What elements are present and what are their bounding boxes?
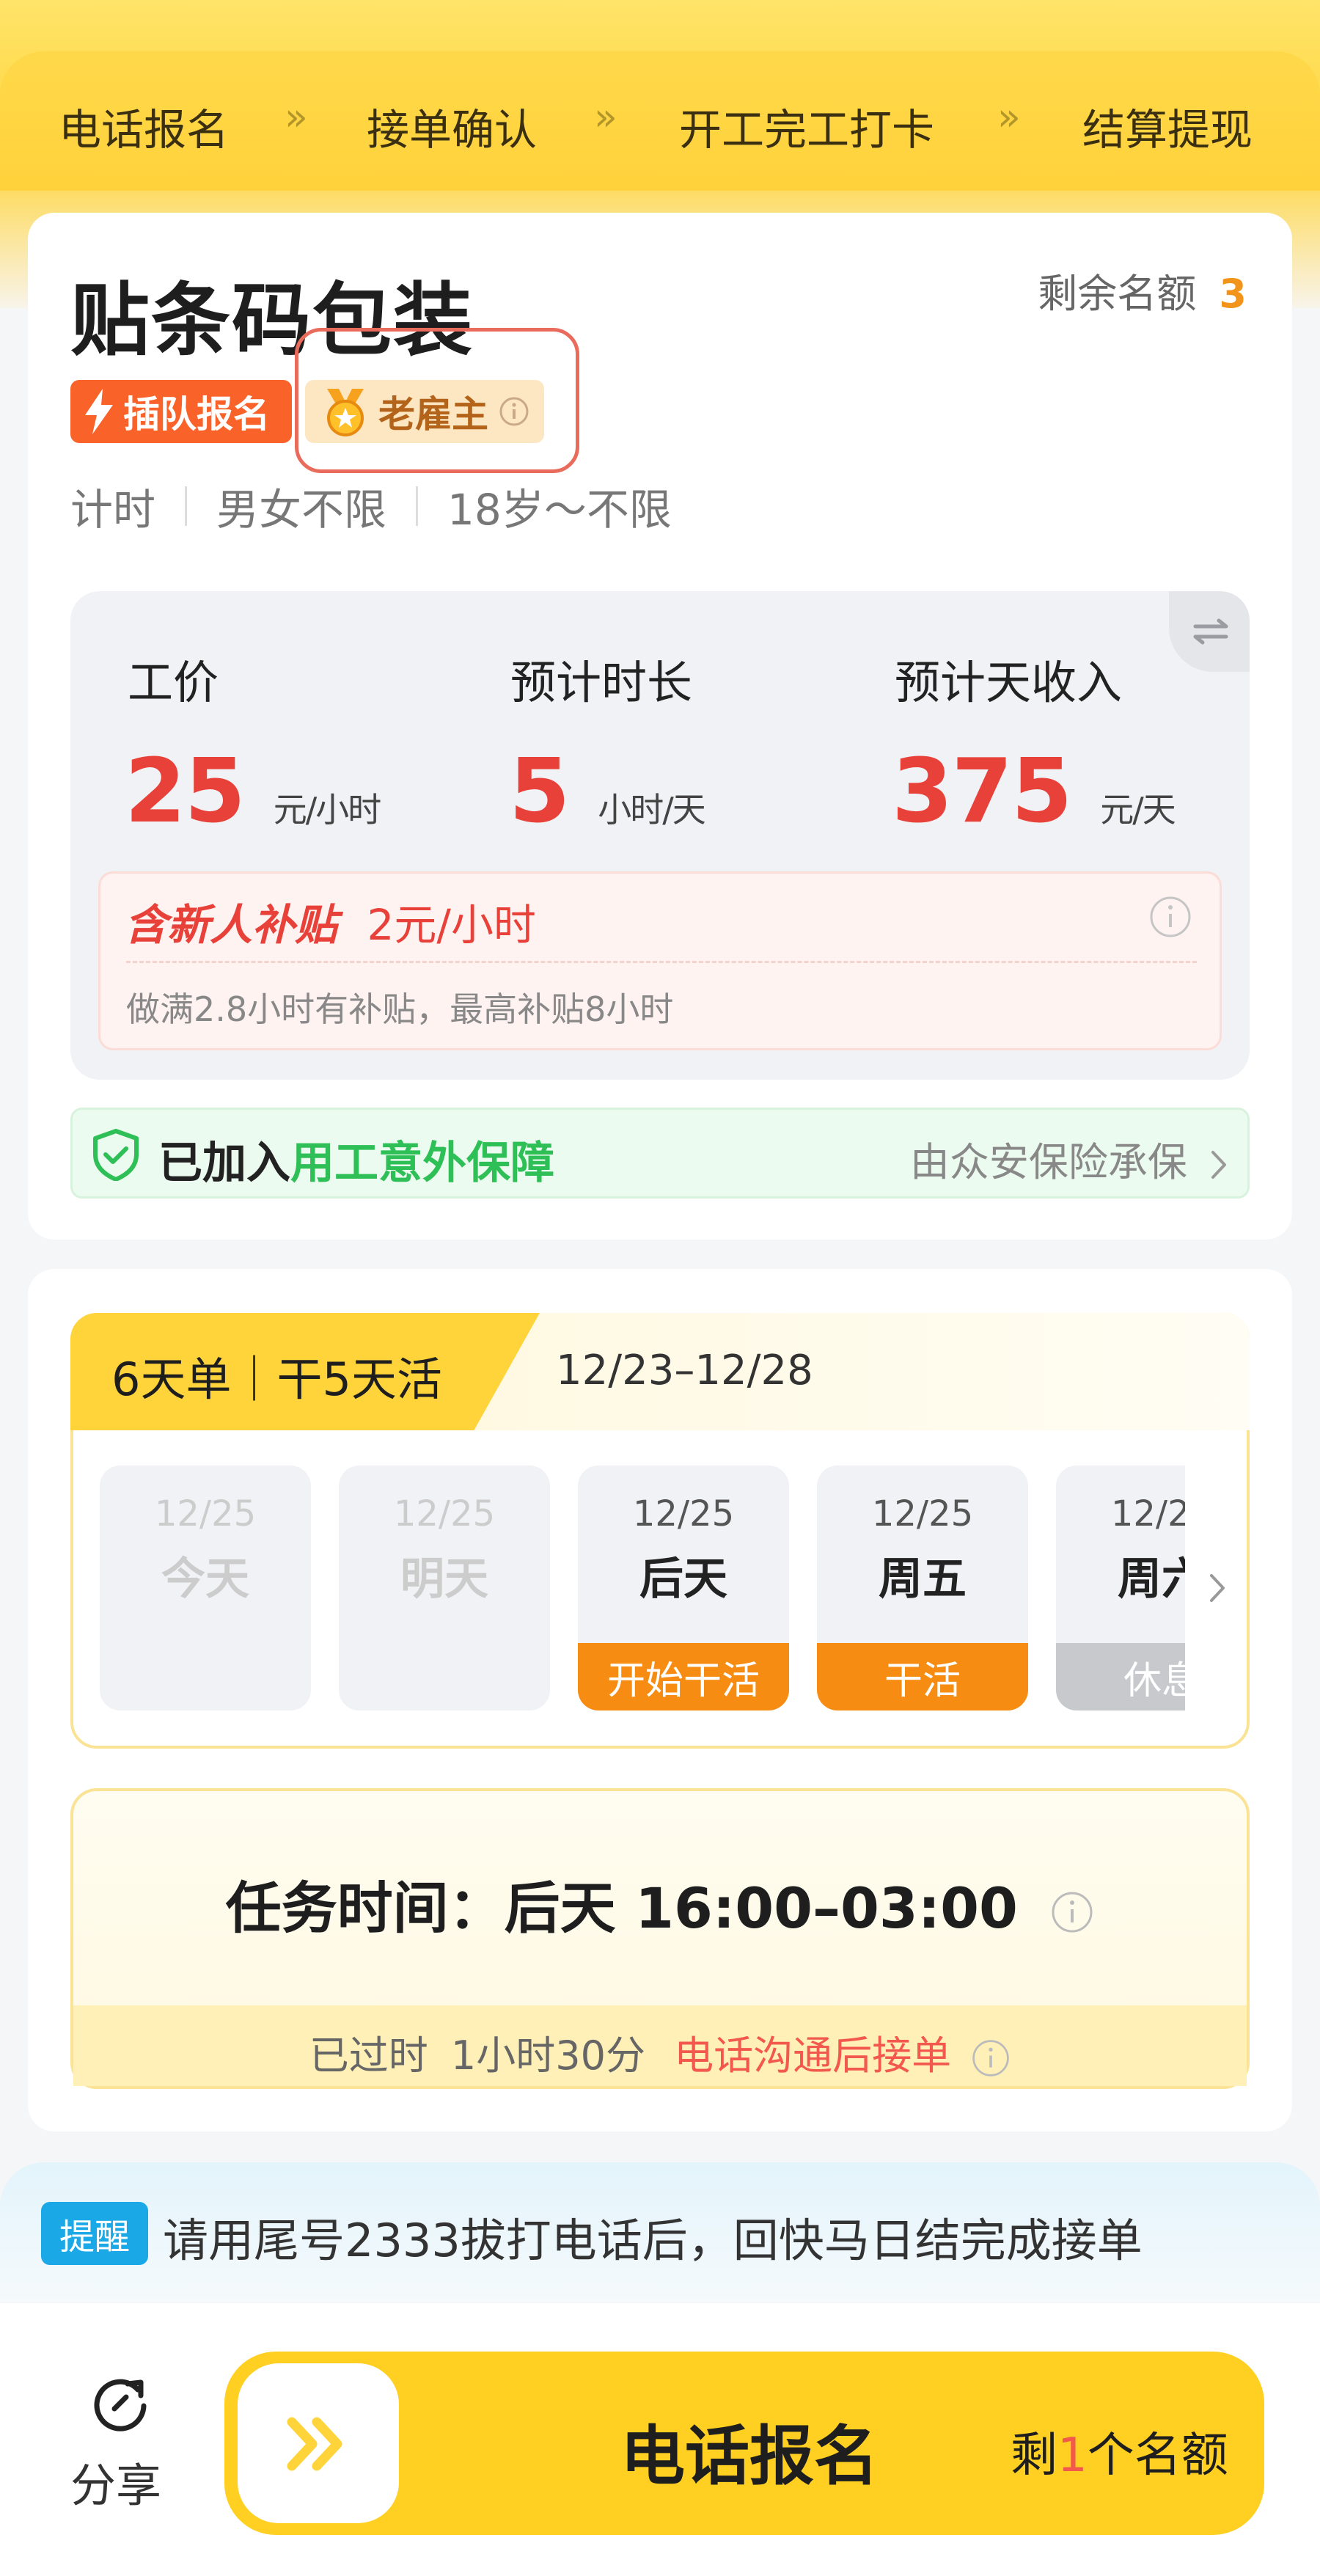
income-label: 预计天收入: [895, 656, 1123, 709]
day-item[interactable]: 12/25 周六 休息: [1056, 1466, 1185, 1710]
info-icon[interactable]: [1148, 895, 1192, 939]
day-date: 12/25: [393, 1493, 496, 1534]
income-number: 375: [892, 741, 1072, 843]
task-time: 任务时间：后天 16:00–03:00: [0, 1863, 1320, 1944]
day-name: 今天: [161, 1554, 249, 1605]
subsidy-label: 含新人补贴: [125, 900, 338, 950]
schedule-tab-label: 6天单｜干5天活: [111, 1353, 442, 1406]
day-name: 明天: [400, 1554, 488, 1605]
info-icon[interactable]: [971, 2038, 1011, 2078]
remaining-quota: 剩余名额 3: [1038, 261, 1247, 319]
info-icon[interactable]: [1050, 1890, 1094, 1934]
insurance-prefix: 已加入: [158, 1138, 290, 1189]
step-1: 电话报名: [59, 105, 230, 155]
step-separator: »: [285, 95, 308, 139]
queue-tag-label: 插队报名: [123, 393, 270, 436]
wage-number: 25: [125, 741, 246, 843]
insurance-highlight: 用工意外保障: [290, 1138, 554, 1189]
reminder-tag: 提醒: [41, 2202, 148, 2265]
chevron-right-icon[interactable]: [1203, 1562, 1235, 1614]
divider: [416, 486, 419, 526]
duration-label: 预计时长: [510, 656, 693, 709]
wage-unit: 元/小时: [273, 790, 381, 830]
lightning-icon: [85, 389, 113, 434]
subsidy-amount: 2元/小时: [367, 900, 536, 950]
duration-unit: 小时/天: [598, 790, 705, 830]
day-date: 12/25: [871, 1493, 974, 1534]
day-date: 12/25: [1110, 1493, 1185, 1534]
insurance-provider[interactable]: 由众安保险承保: [910, 1130, 1232, 1188]
day-name: 周五: [879, 1554, 967, 1605]
swap-icon: [1193, 618, 1228, 645]
day-item[interactable]: 12/25 后天 开始干活: [578, 1466, 789, 1710]
day-item[interactable]: 12/25 周五 干活: [817, 1466, 1028, 1710]
task-notice: 电话沟通后接单: [674, 2032, 952, 2079]
attr-gender: 男女不限: [216, 485, 387, 535]
job-attributes: 计时 男女不限 18岁～不限: [70, 475, 672, 537]
queue-tag[interactable]: 插队报名: [70, 380, 292, 443]
elapsed-label: 已过时: [309, 2032, 428, 2079]
chevron-right-icon: [1211, 1151, 1226, 1179]
schedule-date-range: 12/23–12/28: [556, 1347, 813, 1394]
remaining-count: 3: [1219, 271, 1247, 317]
duration-value: 5 小时/天: [509, 741, 706, 843]
share-icon[interactable]: [85, 2368, 155, 2438]
wage-value: 25 元/小时: [125, 741, 381, 843]
wage-label: 工价: [128, 656, 219, 709]
day-item[interactable]: 12/25 今天: [100, 1466, 311, 1710]
step-2: 接单确认: [367, 105, 538, 155]
day-name: 周六: [1118, 1554, 1185, 1605]
shield-icon: [93, 1129, 139, 1181]
day-date: 12/25: [632, 1493, 735, 1534]
remain-prefix: 剩: [1011, 2429, 1057, 2483]
subsidy-title: 含新人补贴 2元/小时: [125, 890, 536, 952]
remain-suffix: 个名额: [1087, 2429, 1228, 2483]
step-4: 结算提现: [1082, 105, 1253, 155]
reminder-text: 请用尾号2333拔打电话后，回快马日结完成接单: [163, 2214, 1143, 2267]
income-unit: 元/天: [1100, 790, 1176, 830]
step-3: 开工完工打卡: [679, 105, 935, 155]
duration-number: 5: [509, 741, 570, 843]
insurance-text: 已加入用工意外保障: [158, 1127, 554, 1191]
divider: [126, 961, 1197, 963]
day-badge: 休息: [1056, 1643, 1185, 1710]
day-badge: 干活: [817, 1643, 1028, 1710]
day-badge: 开始干活: [578, 1643, 789, 1710]
day-item[interactable]: 12/25 明天: [339, 1466, 550, 1710]
subsidy-note: 做满2.8小时有补贴，最高补贴8小时: [126, 989, 674, 1029]
task-time-value: 后天 16:00–03:00: [504, 1876, 1018, 1941]
double-chevron-right-icon: [287, 2417, 342, 2471]
share-label[interactable]: 分享: [70, 2448, 161, 2514]
day-date: 12/25: [154, 1493, 257, 1534]
remaining-label: 剩余名额: [1038, 271, 1197, 317]
attr-pay-type: 计时: [70, 485, 156, 535]
income-value: 375 元/天: [892, 741, 1176, 843]
insurance-provider-label: 由众安保险承保: [909, 1139, 1187, 1185]
step-separator: »: [594, 95, 617, 139]
day-list: 12/25 今天 12/25 明天 12/25 后天 开始干活 12/25 周五…: [100, 1466, 1185, 1715]
elapsed-value: 1小时30分: [450, 2032, 645, 2079]
day-name: 后天: [639, 1554, 727, 1605]
attr-age: 18岁～不限: [447, 485, 672, 535]
highlight-box: [295, 328, 579, 473]
swap-button[interactable]: [1169, 591, 1250, 672]
step-separator: »: [997, 95, 1021, 139]
task-time-label: 任务时间：: [225, 1876, 505, 1941]
cta-remaining: 剩1个名额: [1011, 2418, 1228, 2485]
phone-signup-label: 电话报名: [620, 2418, 879, 2494]
task-elapsed: 已过时 1小时30分 电话沟通后接单: [0, 2023, 1320, 2081]
remain-num: 1: [1057, 2429, 1088, 2483]
divider: [185, 486, 188, 526]
